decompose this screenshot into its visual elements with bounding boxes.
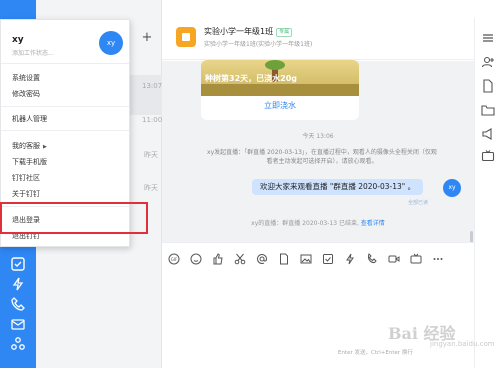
image-icon[interactable]: [300, 250, 312, 264]
phone-icon[interactable]: [366, 250, 378, 264]
send-hint: Enter 发送，Ctrl+Enter 换行: [338, 350, 413, 356]
mail-icon[interactable]: [10, 316, 26, 332]
todo-icon[interactable]: [10, 256, 26, 272]
chevron-right-icon: ▶: [43, 144, 47, 150]
avatar[interactable]: xy: [443, 179, 461, 197]
phone-icon[interactable]: [10, 296, 26, 312]
view-details-link[interactable]: 查看详情: [361, 220, 385, 227]
watermark-domain: jingyan.baidu.com: [430, 340, 495, 348]
menu-item-change-password[interactable]: 修改密码: [12, 89, 40, 99]
group-name[interactable]: 实验小学一年级1班 专属: [204, 26, 293, 37]
live-end-notice: xy的直播：群直播 2020-03-13 已结束, 查看详情: [251, 220, 385, 227]
live-icon[interactable]: [481, 148, 495, 162]
document-icon[interactable]: [278, 250, 290, 265]
outgoing-message[interactable]: 欢迎大家来观看直播 "群直播 2020-03-13" 。: [252, 179, 424, 195]
ding-icon[interactable]: [344, 250, 356, 265]
group-tag: 专属: [276, 28, 293, 37]
input-toolbar: GIF: [162, 242, 474, 268]
announcement-icon[interactable]: [481, 126, 495, 140]
video-call-icon[interactable]: [388, 250, 400, 263]
new-conversation-button[interactable]: +: [140, 31, 154, 45]
conversation-time: 11:00: [142, 116, 163, 124]
time-separator: 今天 13:06: [302, 133, 334, 140]
add-member-icon[interactable]: [481, 54, 495, 68]
chat-message-area: 种树第32天，已浇水20g 立即浇水 今天 13:06 xy发起直播：「群直播 …: [162, 60, 474, 251]
chat-tool-column: [474, 18, 500, 368]
user-status-input[interactable]: 添加工作状态...: [12, 48, 54, 57]
scissors-icon[interactable]: [234, 250, 246, 265]
chat-header: 实验小学一年级1班 专属 实验小学一年级1班(实验小学一年级1班): [162, 18, 500, 60]
apps-icon[interactable]: [10, 336, 26, 352]
group-avatar[interactable]: [176, 27, 196, 47]
message-input[interactable]: Enter 发送，Ctrl+Enter 换行: [162, 268, 474, 368]
read-status[interactable]: 全部已读: [408, 199, 428, 206]
file-icon[interactable]: [481, 78, 495, 93]
tree-card-text: 种树第32天，已浇水20g: [205, 74, 297, 83]
menu-divider: [1, 130, 129, 131]
more-icon[interactable]: [432, 250, 444, 262]
conversation-time: 昨天: [144, 184, 158, 192]
tree-planting-card[interactable]: 种树第32天，已浇水20g 立即浇水: [201, 60, 359, 120]
menu-item-robot-management[interactable]: 机器人管理: [12, 114, 47, 124]
menu-item-about[interactable]: 关于钉钉: [12, 189, 40, 199]
folder-icon[interactable]: [481, 102, 495, 116]
avatar[interactable]: xy: [99, 31, 123, 55]
group-subtitle: 实验小学一年级1班(实验小学一年级1班): [204, 41, 313, 48]
live-notice: xy发起直播：「群直播 2020-03-13」，在直播过程中，观看人的摄像头全程…: [207, 149, 437, 165]
conversation-time: 昨天: [144, 151, 158, 159]
svg-text:GIF: GIF: [171, 257, 178, 262]
tree-card-image: 种树第32天，已浇水20g: [201, 60, 359, 96]
user-name: xy: [12, 35, 24, 45]
water-now-link[interactable]: 立即浇水: [201, 100, 359, 111]
live-icon[interactable]: [410, 250, 422, 264]
gif-icon[interactable]: GIF: [168, 250, 180, 265]
thumbs-up-icon[interactable]: [212, 250, 224, 265]
menu-item-community[interactable]: 钉钉社区: [12, 173, 40, 183]
ding-icon[interactable]: [10, 276, 26, 292]
menu-item-system-settings[interactable]: 系统设置: [12, 73, 40, 83]
more-icon[interactable]: [481, 30, 495, 44]
menu-divider: [1, 106, 129, 107]
at-icon[interactable]: [256, 250, 268, 264]
menu-item-download-mobile[interactable]: 下载手机版: [12, 157, 47, 167]
menu-divider: [1, 63, 129, 64]
conversation-time: 13:07: [142, 82, 163, 90]
highlight-box: [0, 202, 148, 234]
menu-item-my-customer-service[interactable]: 我的客服 ▶: [12, 141, 47, 151]
task-icon[interactable]: [322, 250, 334, 264]
emoji-icon[interactable]: [190, 250, 202, 265]
